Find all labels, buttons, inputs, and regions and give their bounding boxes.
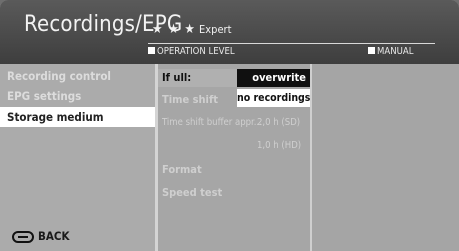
back-icon [12, 231, 34, 243]
white-key-icon [368, 47, 375, 54]
menu-item-storage-medium[interactable]: Storage medium [0, 107, 155, 127]
menu-item-epg-settings[interactable]: EPG settings [0, 89, 81, 103]
header-bar: Recordings/EPG ★ ★ ★ Expert OPERATION LE… [0, 0, 459, 64]
buffer-label: Time shift buffer appr... [162, 117, 262, 128]
stars-icon: ★ ★ ★ [152, 22, 196, 37]
back-label: BACK [38, 229, 70, 243]
operation-level-label: OPERATION LEVEL [157, 46, 235, 57]
back-button[interactable]: BACK [12, 229, 70, 243]
manual-button[interactable]: MANUAL [368, 46, 413, 57]
info-column [312, 64, 459, 251]
if-full-label: If ull: [162, 71, 192, 84]
format-item[interactable]: Format [162, 163, 202, 176]
level-indicator: ★ ★ ★ Expert [152, 22, 231, 37]
menu-item-recording-control[interactable]: Recording control [0, 69, 111, 83]
level-label: Expert [199, 23, 232, 36]
manual-label: MANUAL [377, 46, 414, 57]
speed-test-item[interactable]: Speed test [162, 186, 222, 199]
buffer-hd-value: 1,0 h (HD) [257, 140, 302, 151]
buffer-sd-value: 2,0 h (SD) [257, 117, 301, 128]
if-full-option-no-recordings[interactable]: no recordings [237, 89, 310, 107]
white-key-icon [148, 47, 155, 54]
time-shift-item[interactable]: Time shift [162, 93, 218, 106]
header-divider [148, 43, 435, 44]
if-full-option-overwrite[interactable]: overwrite [237, 69, 310, 87]
operation-level-button[interactable]: OPERATION LEVEL [148, 46, 235, 57]
osd-window: Recordings/EPG ★ ★ ★ Expert OPERATION LE… [0, 0, 459, 251]
